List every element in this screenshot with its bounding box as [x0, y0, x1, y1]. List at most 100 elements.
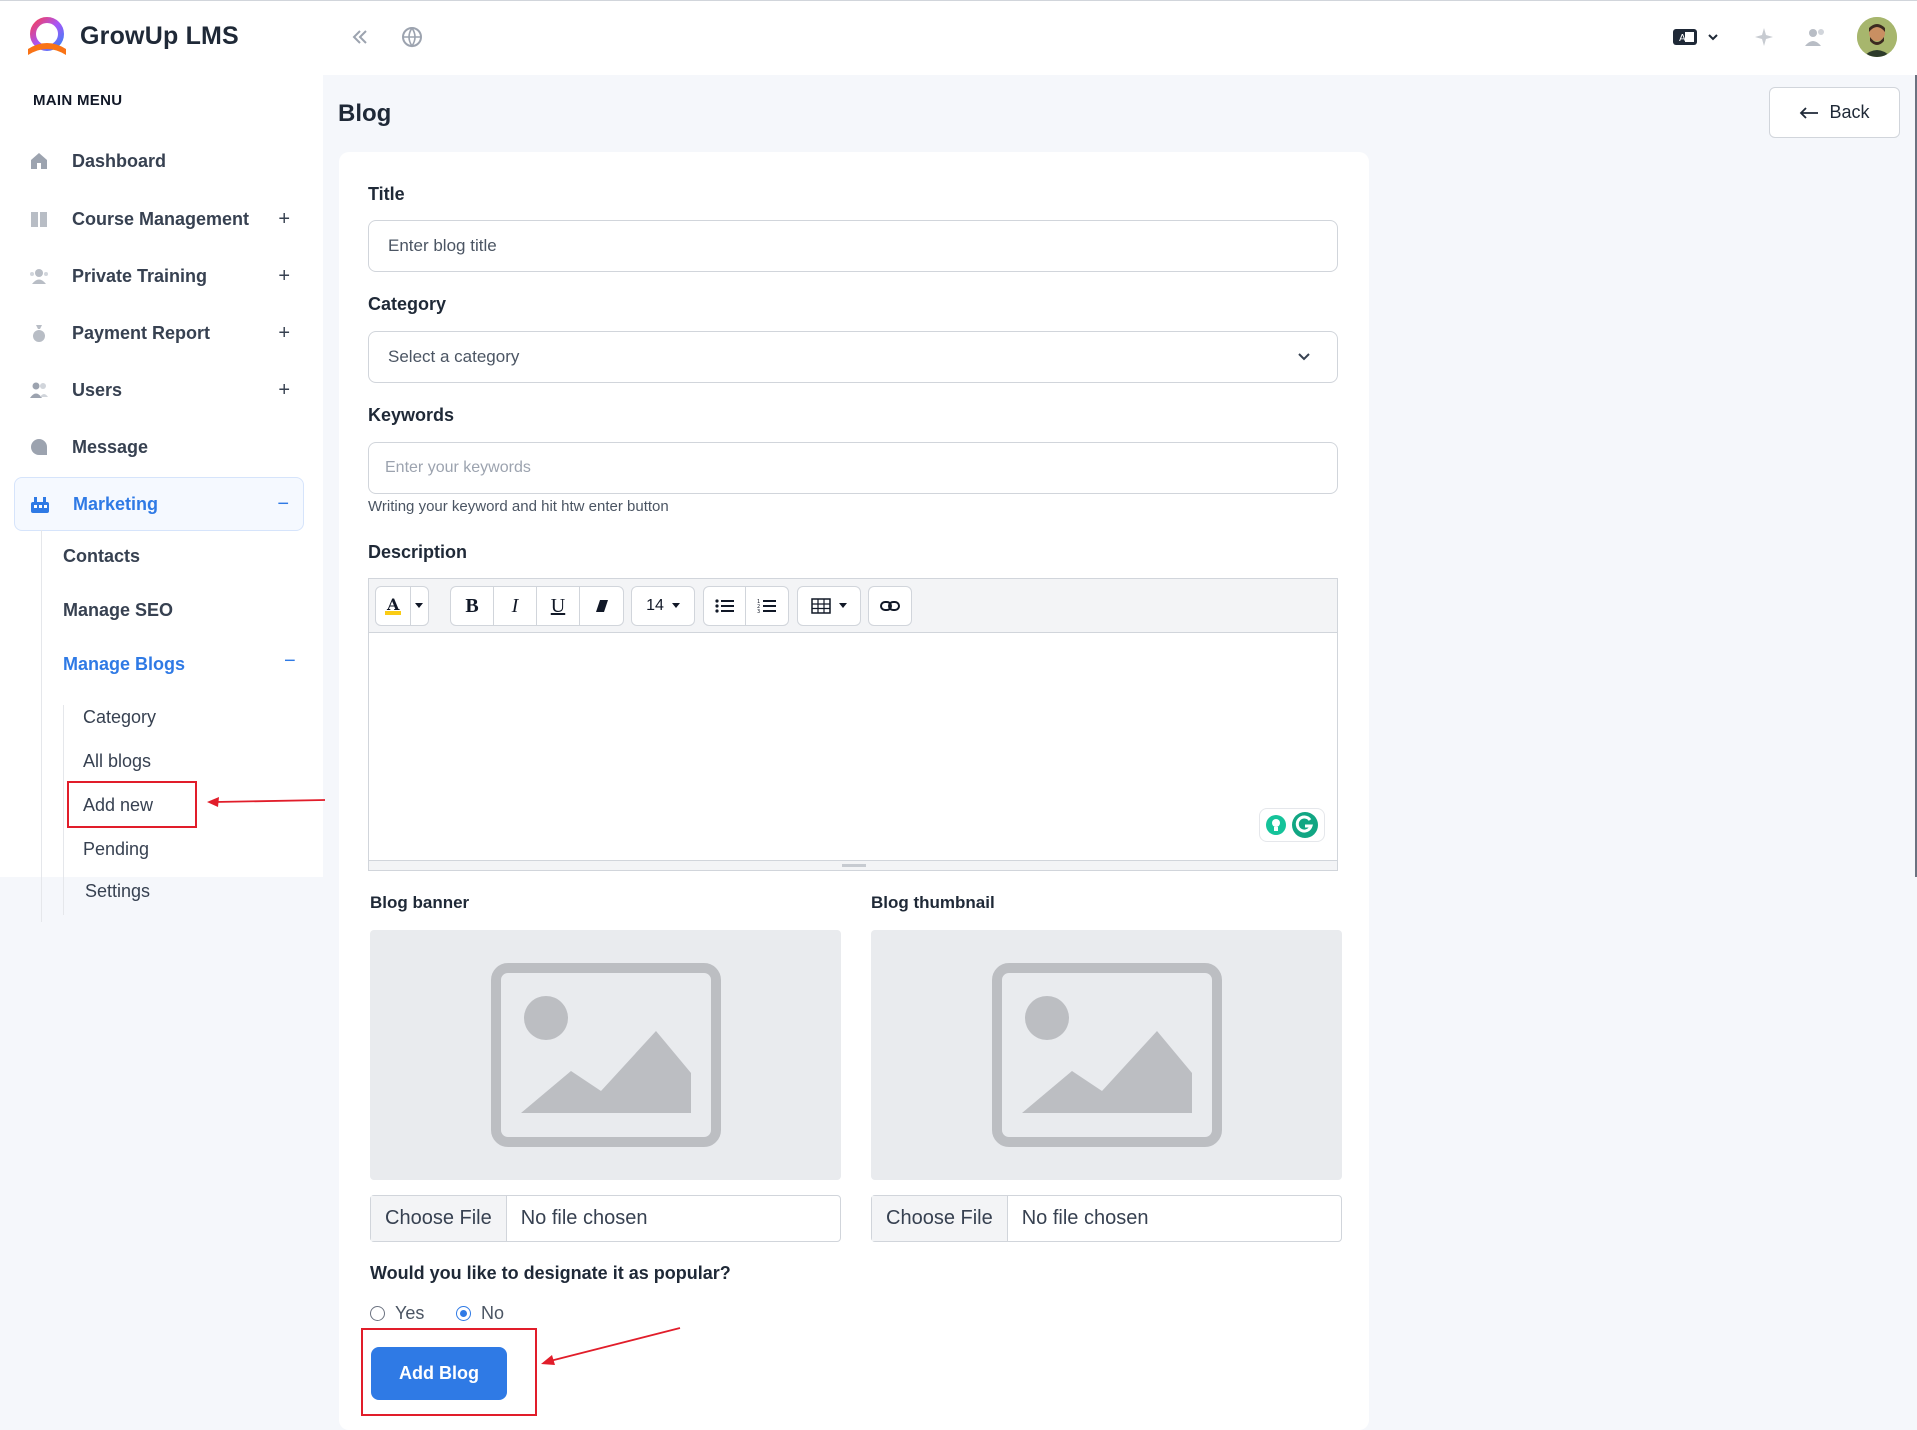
sidebar-item-message[interactable]: Message	[14, 420, 304, 474]
text-color-button[interactable]: A	[376, 587, 411, 625]
link-icon	[880, 601, 900, 611]
table-icon	[811, 598, 831, 614]
insert-table-button[interactable]	[798, 587, 860, 625]
title-input[interactable]: Enter blog title	[368, 220, 1338, 272]
font-size-dropdown[interactable]: 14	[632, 587, 694, 625]
text-color-dropdown[interactable]	[411, 587, 428, 625]
italic-icon: I	[511, 594, 519, 617]
sidebar-item-users[interactable]: Users +	[14, 363, 304, 417]
home-icon	[28, 150, 50, 172]
globe-icon[interactable]	[398, 23, 426, 51]
page-title: Blog	[338, 100, 392, 127]
popular-yes-radio[interactable]: Yes	[370, 1303, 424, 1324]
message-icon	[28, 436, 50, 458]
svg-text:3: 3	[757, 609, 760, 614]
sidebar-subitem-settings[interactable]: Settings	[85, 881, 150, 902]
sidebar-subitem-manage-blogs[interactable]: Manage Blogs	[63, 654, 185, 675]
sidebar-lower-bg	[0, 877, 323, 1430]
format-group: B I U	[450, 586, 624, 626]
collapse-sidebar-icon[interactable]	[346, 23, 374, 51]
blog-thumbnail-file-input[interactable]: Choose File No file chosen	[871, 1195, 1342, 1242]
radio-circle[interactable]	[370, 1306, 385, 1321]
numbered-list-button[interactable]: 123	[746, 587, 788, 625]
underline-icon: U	[550, 594, 566, 617]
expand-icon[interactable]: +	[278, 265, 290, 288]
insert-link-button[interactable]	[869, 587, 911, 625]
sidebar-item-marketing[interactable]: Marketing −	[14, 477, 304, 531]
top-bar: GrowUp LMS A	[0, 0, 1917, 75]
image-placeholder-icon	[490, 963, 721, 1147]
underline-button[interactable]: U	[537, 587, 580, 625]
blog-banner-label: Blog banner	[370, 893, 470, 912]
blog-banner-preview	[370, 930, 841, 1180]
grammarly-widget[interactable]	[1259, 808, 1325, 842]
category-selected-value: Select a category	[388, 347, 520, 366]
expand-icon[interactable]: +	[278, 322, 290, 345]
table-group	[797, 586, 861, 626]
annotation-arrow-add-blog	[541, 1327, 681, 1365]
translate-icon: A	[1673, 29, 1697, 45]
app-logo[interactable]: GrowUp LMS	[24, 15, 239, 57]
sidebar-item-dashboard[interactable]: Dashboard	[14, 134, 304, 188]
chevron-down-icon	[1298, 353, 1310, 361]
keywords-placeholder: Enter your keywords	[385, 459, 531, 476]
description-editor[interactable]: A B I U 14 123	[368, 578, 1338, 871]
category-label: Category	[368, 294, 447, 314]
back-button[interactable]: Back	[1769, 87, 1900, 138]
bullet-list-button[interactable]	[704, 587, 747, 625]
keywords-input[interactable]: Enter your keywords	[368, 442, 1338, 494]
blog-banner-file-input[interactable]: Choose File No file chosen	[370, 1195, 841, 1242]
sidebar-subitem-manage-seo[interactable]: Manage SEO	[63, 600, 173, 621]
eraser-icon	[595, 600, 608, 612]
sidebar-subitem-all-blogs[interactable]: All blogs	[83, 751, 151, 772]
text-color-group: A	[375, 586, 429, 626]
annotation-highlight-add-new	[67, 781, 197, 828]
resize-grip	[842, 864, 866, 867]
blog-thumbnail-preview	[871, 930, 1342, 1180]
file-status: No file chosen	[1021, 1207, 1149, 1229]
chevron-down-icon	[1708, 34, 1718, 41]
sidebar-item-private-training[interactable]: Private Training +	[14, 249, 304, 303]
annotation-arrow-add-new	[207, 797, 326, 807]
collapse-icon[interactable]: −	[284, 650, 296, 673]
sidebar-item-course-management[interactable]: Course Management +	[14, 192, 304, 246]
collapse-icon[interactable]: −	[277, 493, 289, 516]
font-size-value: 14	[646, 597, 664, 614]
editor-resize-handle[interactable]	[369, 860, 1337, 870]
blog-thumbnail-label: Blog thumbnail	[871, 893, 995, 912]
bold-button[interactable]: B	[451, 587, 494, 625]
radio-circle-checked[interactable]	[456, 1306, 471, 1321]
sidebar-item-label: Private Training	[72, 265, 208, 286]
keywords-hint: Writing your keyword and hit htw enter b…	[368, 498, 669, 515]
sidebar-subitem-contacts[interactable]: Contacts	[63, 546, 140, 567]
choose-file-button[interactable]: Choose File	[872, 1196, 1008, 1241]
title-placeholder: Enter blog title	[388, 236, 497, 255]
keywords-label: Keywords	[368, 405, 455, 425]
marketing-icon	[29, 493, 51, 515]
italic-button[interactable]: I	[494, 587, 537, 625]
caret-down-icon	[839, 603, 847, 608]
expand-icon[interactable]: +	[278, 208, 290, 231]
annotation-highlight-add-blog	[361, 1328, 537, 1416]
sidebar-item-label: Course Management	[72, 208, 250, 229]
font-size-group: 14	[631, 586, 695, 626]
team-icon[interactable]	[1802, 23, 1830, 51]
sidebar-subitem-category[interactable]: Category	[83, 707, 156, 728]
clear-format-button[interactable]	[580, 587, 623, 625]
choose-file-button[interactable]: Choose File	[371, 1196, 507, 1241]
sidebar-item-label: Marketing	[73, 493, 159, 514]
language-selector[interactable]: A	[1668, 23, 1724, 51]
user-avatar[interactable]	[1857, 17, 1897, 57]
link-group	[868, 586, 912, 626]
main-menu-heading: MAIN MENU	[33, 92, 123, 109]
sidebar-subitem-pending[interactable]: Pending	[83, 839, 149, 860]
category-select[interactable]: Select a category	[368, 331, 1338, 383]
lightbulb-icon	[1266, 815, 1286, 835]
sidebar-item-payment-report[interactable]: Payment Report +	[14, 306, 304, 360]
expand-icon[interactable]: +	[278, 379, 290, 402]
text-color-icon: A	[384, 596, 401, 615]
trainer-icon	[28, 265, 50, 287]
sparkle-icon[interactable]	[1750, 23, 1778, 51]
book-icon	[28, 208, 50, 230]
popular-no-radio[interactable]: No	[456, 1303, 504, 1324]
